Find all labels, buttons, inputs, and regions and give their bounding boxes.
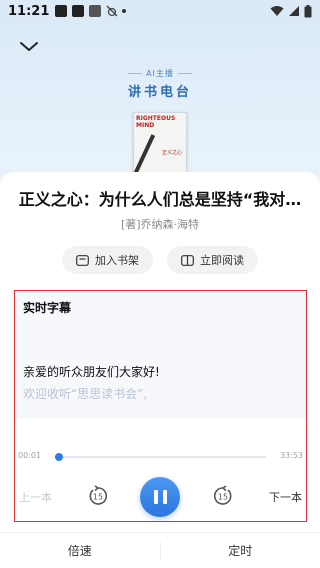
playback-speed-button[interactable]: 倍速 — [0, 533, 160, 568]
cover-title: RIGHTEOUS MIND — [136, 115, 176, 129]
playback-controls: 上一本 15 15 下一本 — [15, 477, 306, 517]
status-bar: 11:21 — [0, 0, 320, 22]
wifi-icon — [270, 6, 284, 16]
book-author: [著]乔纳森·海特 — [120, 218, 200, 231]
rewind-15-icon[interactable]: 15 — [87, 485, 109, 507]
app-icon — [72, 5, 85, 17]
chevron-down-icon[interactable] — [18, 38, 40, 54]
cover-cn-title: 正义之心 — [161, 150, 182, 156]
progress-handle[interactable] — [55, 453, 64, 461]
status-time: 11:21 — [8, 3, 50, 19]
brand-logo: AI主播 讲书电台 — [0, 68, 320, 100]
subtitle-line-next: 欢迎收听“思思读书会”, — [23, 387, 148, 401]
status-right — [270, 4, 312, 18]
bug-icon — [106, 5, 118, 17]
cover-graphic — [134, 134, 156, 176]
read-now-label: 立即阅读 — [200, 254, 244, 267]
forward-15-icon[interactable]: 15 — [212, 485, 234, 507]
live-subtitles: 实时字幕 亲爱的听众朋友们大家好! 欢迎收听“思思读书会”, — [15, 291, 306, 419]
progress-bar[interactable]: 00:01 33:53 — [15, 449, 306, 465]
read-now-button[interactable]: 立即阅读 — [167, 246, 258, 274]
book-icon — [181, 254, 194, 266]
progress-track[interactable] — [55, 453, 266, 461]
book-title: 正义之心：为什么人们总是坚持“我对… — [18, 190, 302, 209]
brand-sub: AI主播 — [146, 69, 174, 78]
add-to-shelf-label: 加入书架 — [95, 254, 139, 267]
battery-icon — [304, 4, 312, 17]
previous-book-button[interactable]: 上一本 — [19, 489, 52, 505]
bottom-toolbar: 倍速 定时 — [0, 532, 320, 568]
current-time: 00:01 — [18, 451, 42, 460]
app-icon — [89, 5, 102, 17]
rewind-seconds: 15 — [93, 493, 103, 502]
header-hero: AI主播 讲书电台 RIGHTEOUS MIND 正义之心 — [0, 22, 320, 182]
subtitle-player-panel: 实时字幕 亲爱的听众朋友们大家好! 欢迎收听“思思读书会”, 00:01 33:… — [14, 290, 307, 522]
pause-button[interactable] — [140, 477, 180, 517]
signal-icon — [289, 6, 299, 16]
total-time: 33:53 — [279, 451, 303, 460]
notification-icon — [55, 5, 68, 17]
player-card: 正义之心：为什么人们总是坚持“我对… [著]乔纳森·海特 加入书架 立即阅读 实… — [0, 172, 320, 568]
dot-icon — [122, 9, 127, 13]
forward-seconds: 15 — [218, 493, 228, 502]
subtitles-heading: 实时字幕 — [23, 301, 72, 315]
bookshelf-icon — [76, 254, 89, 266]
brand-main: 讲书电台 — [127, 85, 192, 100]
add-to-shelf-button[interactable]: 加入书架 — [62, 246, 153, 274]
next-book-button[interactable]: 下一本 — [269, 489, 302, 505]
action-buttons: 加入书架 立即阅读 — [0, 246, 320, 274]
sleep-timer-button[interactable]: 定时 — [161, 533, 320, 568]
subtitle-line-current: 亲爱的听众朋友们大家好! — [23, 365, 160, 379]
pause-icon — [153, 490, 158, 504]
